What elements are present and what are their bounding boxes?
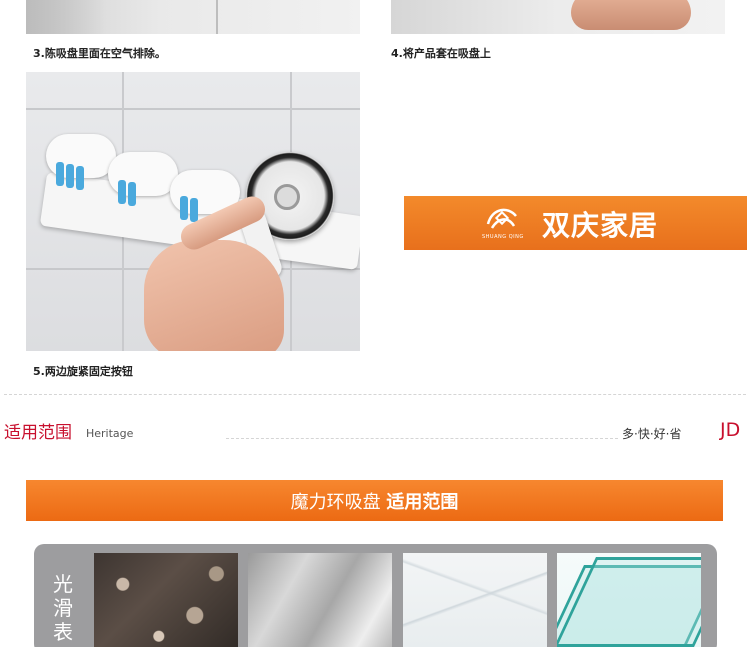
usage-heading-bold: 适用范围	[386, 492, 459, 513]
slogan: 多·快·好·省	[622, 427, 682, 441]
usage-heading-plain: 魔力环吸盘	[290, 492, 381, 513]
jd-logo: JD	[720, 419, 741, 441]
brand-logo-icon	[486, 208, 517, 229]
section-title: 适用范围	[4, 423, 72, 443]
step5-caption: 5.两边旋紧固定按钮	[33, 365, 133, 378]
step3-photo	[26, 0, 360, 34]
glass-swatch	[557, 553, 701, 647]
usage-heading: 魔力环吸盘 适用范围	[26, 488, 723, 514]
brand-banner: SHUANG QING 双庆家居	[404, 196, 747, 250]
step4-caption: 4.将产品套在吸盘上	[391, 47, 491, 60]
section-subtitle: Heritage	[86, 427, 134, 440]
brand-sub: SHUANG QING	[482, 234, 524, 240]
surface-label: 光滑表	[53, 572, 73, 644]
stainless-steel-swatch	[248, 553, 392, 647]
surface-panel: 光滑表	[34, 544, 717, 647]
granite-swatch	[94, 553, 238, 647]
brand-name: 双庆家居	[542, 209, 659, 242]
step3-caption: 3.陈吸盘里面在空气排除。	[33, 47, 166, 60]
usage-heading-bar: 魔力环吸盘 适用范围	[26, 480, 723, 521]
step5-photo	[26, 72, 360, 351]
section-dotted-line	[226, 438, 618, 439]
step4-photo	[391, 0, 725, 34]
divider	[4, 394, 746, 395]
marble-swatch	[403, 553, 547, 647]
